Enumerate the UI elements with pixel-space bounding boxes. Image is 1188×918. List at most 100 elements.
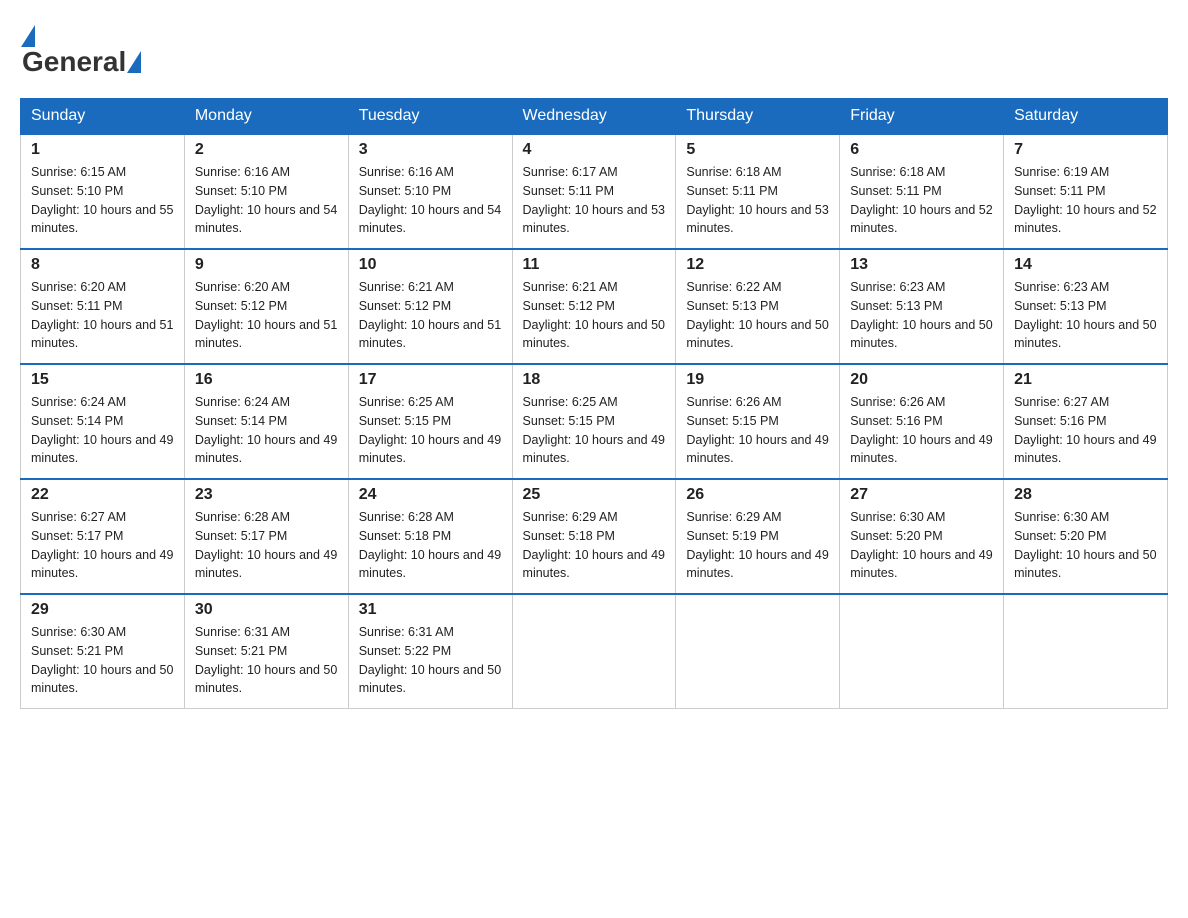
day-info: Sunrise: 6:18 AMSunset: 5:11 PMDaylight:… bbox=[686, 163, 829, 238]
logo-triangle-icon bbox=[21, 25, 35, 47]
day-number: 10 bbox=[359, 256, 502, 274]
day-info: Sunrise: 6:29 AMSunset: 5:19 PMDaylight:… bbox=[686, 508, 829, 583]
day-number: 25 bbox=[523, 486, 666, 504]
week-row-2: 8 Sunrise: 6:20 AMSunset: 5:11 PMDaylight… bbox=[21, 249, 1168, 364]
day-info: Sunrise: 6:26 AMSunset: 5:16 PMDaylight:… bbox=[850, 393, 993, 468]
day-number: 6 bbox=[850, 141, 993, 159]
day-info: Sunrise: 6:17 AMSunset: 5:11 PMDaylight:… bbox=[523, 163, 666, 238]
header-sunday: Sunday bbox=[21, 99, 185, 135]
calendar-cell: 22 Sunrise: 6:27 AMSunset: 5:17 PMDayligh… bbox=[21, 479, 185, 594]
calendar-cell: 14 Sunrise: 6:23 AMSunset: 5:13 PMDayligh… bbox=[1004, 249, 1168, 364]
calendar-cell: 19 Sunrise: 6:26 AMSunset: 5:15 PMDayligh… bbox=[676, 364, 840, 479]
calendar-cell: 30 Sunrise: 6:31 AMSunset: 5:21 PMDayligh… bbox=[184, 594, 348, 709]
logo: General bbox=[20, 20, 142, 78]
day-number: 13 bbox=[850, 256, 993, 274]
calendar-cell: 23 Sunrise: 6:28 AMSunset: 5:17 PMDayligh… bbox=[184, 479, 348, 594]
day-number: 1 bbox=[31, 141, 174, 159]
calendar-cell: 13 Sunrise: 6:23 AMSunset: 5:13 PMDayligh… bbox=[840, 249, 1004, 364]
day-number: 18 bbox=[523, 371, 666, 389]
day-number: 15 bbox=[31, 371, 174, 389]
header-friday: Friday bbox=[840, 99, 1004, 135]
day-number: 26 bbox=[686, 486, 829, 504]
day-info: Sunrise: 6:15 AMSunset: 5:10 PMDaylight:… bbox=[31, 163, 174, 238]
day-info: Sunrise: 6:30 AMSunset: 5:20 PMDaylight:… bbox=[1014, 508, 1157, 583]
day-number: 31 bbox=[359, 601, 502, 619]
day-number: 29 bbox=[31, 601, 174, 619]
day-number: 19 bbox=[686, 371, 829, 389]
calendar-cell: 16 Sunrise: 6:24 AMSunset: 5:14 PMDayligh… bbox=[184, 364, 348, 479]
week-row-3: 15 Sunrise: 6:24 AMSunset: 5:14 PMDayligh… bbox=[21, 364, 1168, 479]
calendar-cell: 25 Sunrise: 6:29 AMSunset: 5:18 PMDayligh… bbox=[512, 479, 676, 594]
day-number: 28 bbox=[1014, 486, 1157, 504]
day-info: Sunrise: 6:31 AMSunset: 5:21 PMDaylight:… bbox=[195, 623, 338, 698]
calendar-cell: 3Sunrise: 6:16 AMSunset: 5:10 PMDaylight… bbox=[348, 134, 512, 249]
header-monday: Monday bbox=[184, 99, 348, 135]
calendar-cell: 2 Sunrise: 6:16 AMSunset: 5:10 PMDaylight… bbox=[184, 134, 348, 249]
calendar-cell: 18 Sunrise: 6:25 AMSunset: 5:15 PMDayligh… bbox=[512, 364, 676, 479]
calendar-cell bbox=[840, 594, 1004, 709]
day-info: Sunrise: 6:25 AMSunset: 5:15 PMDaylight:… bbox=[523, 393, 666, 468]
logo-triangle-icon2 bbox=[127, 51, 141, 73]
calendar-cell bbox=[676, 594, 840, 709]
day-number: 16 bbox=[195, 371, 338, 389]
day-info: Sunrise: 6:19 AMSunset: 5:11 PMDaylight:… bbox=[1014, 163, 1157, 238]
calendar-table: SundayMondayTuesdayWednesdayThursdayFrid… bbox=[20, 98, 1168, 709]
day-number: 27 bbox=[850, 486, 993, 504]
calendar-cell: 12 Sunrise: 6:22 AMSunset: 5:13 PMDayligh… bbox=[676, 249, 840, 364]
calendar-cell: 24 Sunrise: 6:28 AMSunset: 5:18 PMDayligh… bbox=[348, 479, 512, 594]
day-info: Sunrise: 6:18 AMSunset: 5:11 PMDaylight:… bbox=[850, 163, 993, 238]
calendar-cell: 9Sunrise: 6:20 AMSunset: 5:12 PMDaylight… bbox=[184, 249, 348, 364]
day-number: 24 bbox=[359, 486, 502, 504]
day-number: 30 bbox=[195, 601, 338, 619]
day-number: 3 bbox=[359, 141, 502, 159]
calendar-cell: 6 Sunrise: 6:18 AMSunset: 5:11 PMDaylight… bbox=[840, 134, 1004, 249]
header-saturday: Saturday bbox=[1004, 99, 1168, 135]
calendar-cell: 10 Sunrise: 6:21 AMSunset: 5:12 PMDayligh… bbox=[348, 249, 512, 364]
calendar-cell: 20 Sunrise: 6:26 AMSunset: 5:16 PMDayligh… bbox=[840, 364, 1004, 479]
calendar-cell: 27Sunrise: 6:30 AMSunset: 5:20 PMDayligh… bbox=[840, 479, 1004, 594]
calendar-cell bbox=[512, 594, 676, 709]
day-info: Sunrise: 6:23 AMSunset: 5:13 PMDaylight:… bbox=[1014, 278, 1157, 353]
day-info: Sunrise: 6:20 AMSunset: 5:11 PMDaylight:… bbox=[31, 278, 174, 353]
day-info: Sunrise: 6:16 AMSunset: 5:10 PMDaylight:… bbox=[195, 163, 338, 238]
calendar-cell: 1 Sunrise: 6:15 AMSunset: 5:10 PMDaylight… bbox=[21, 134, 185, 249]
calendar-header-row: SundayMondayTuesdayWednesdayThursdayFrid… bbox=[21, 99, 1168, 135]
day-info: Sunrise: 6:26 AMSunset: 5:15 PMDaylight:… bbox=[686, 393, 829, 468]
day-number: 14 bbox=[1014, 256, 1157, 274]
calendar-cell: 11Sunrise: 6:21 AMSunset: 5:12 PMDayligh… bbox=[512, 249, 676, 364]
calendar-cell: 17Sunrise: 6:25 AMSunset: 5:15 PMDayligh… bbox=[348, 364, 512, 479]
header-thursday: Thursday bbox=[676, 99, 840, 135]
day-number: 23 bbox=[195, 486, 338, 504]
day-number: 7 bbox=[1014, 141, 1157, 159]
day-info: Sunrise: 6:30 AMSunset: 5:21 PMDaylight:… bbox=[31, 623, 174, 698]
day-number: 12 bbox=[686, 256, 829, 274]
day-info: Sunrise: 6:31 AMSunset: 5:22 PMDaylight:… bbox=[359, 623, 502, 698]
week-row-4: 22 Sunrise: 6:27 AMSunset: 5:17 PMDayligh… bbox=[21, 479, 1168, 594]
day-info: Sunrise: 6:21 AMSunset: 5:12 PMDaylight:… bbox=[359, 278, 502, 353]
day-number: 4 bbox=[523, 141, 666, 159]
day-info: Sunrise: 6:28 AMSunset: 5:17 PMDaylight:… bbox=[195, 508, 338, 583]
day-info: Sunrise: 6:27 AMSunset: 5:17 PMDaylight:… bbox=[31, 508, 174, 583]
day-info: Sunrise: 6:29 AMSunset: 5:18 PMDaylight:… bbox=[523, 508, 666, 583]
week-row-5: 29 Sunrise: 6:30 AMSunset: 5:21 PMDayligh… bbox=[21, 594, 1168, 709]
day-info: Sunrise: 6:22 AMSunset: 5:13 PMDaylight:… bbox=[686, 278, 829, 353]
day-number: 2 bbox=[195, 141, 338, 159]
day-number: 9 bbox=[195, 256, 338, 274]
day-number: 21 bbox=[1014, 371, 1157, 389]
week-row-1: 1 Sunrise: 6:15 AMSunset: 5:10 PMDaylight… bbox=[21, 134, 1168, 249]
calendar-cell: 8 Sunrise: 6:20 AMSunset: 5:11 PMDaylight… bbox=[21, 249, 185, 364]
calendar-cell: 4 Sunrise: 6:17 AMSunset: 5:11 PMDaylight… bbox=[512, 134, 676, 249]
calendar-cell: 21Sunrise: 6:27 AMSunset: 5:16 PMDayligh… bbox=[1004, 364, 1168, 479]
day-info: Sunrise: 6:23 AMSunset: 5:13 PMDaylight:… bbox=[850, 278, 993, 353]
calendar-cell: 28 Sunrise: 6:30 AMSunset: 5:20 PMDayligh… bbox=[1004, 479, 1168, 594]
day-number: 20 bbox=[850, 371, 993, 389]
day-number: 22 bbox=[31, 486, 174, 504]
day-info: Sunrise: 6:25 AMSunset: 5:15 PMDaylight:… bbox=[359, 393, 502, 468]
day-info: Sunrise: 6:28 AMSunset: 5:18 PMDaylight:… bbox=[359, 508, 502, 583]
calendar-cell: 7 Sunrise: 6:19 AMSunset: 5:11 PMDaylight… bbox=[1004, 134, 1168, 249]
day-info: Sunrise: 6:24 AMSunset: 5:14 PMDaylight:… bbox=[31, 393, 174, 468]
day-number: 8 bbox=[31, 256, 174, 274]
day-number: 5 bbox=[686, 141, 829, 159]
day-info: Sunrise: 6:24 AMSunset: 5:14 PMDaylight:… bbox=[195, 393, 338, 468]
day-number: 11 bbox=[523, 256, 666, 274]
